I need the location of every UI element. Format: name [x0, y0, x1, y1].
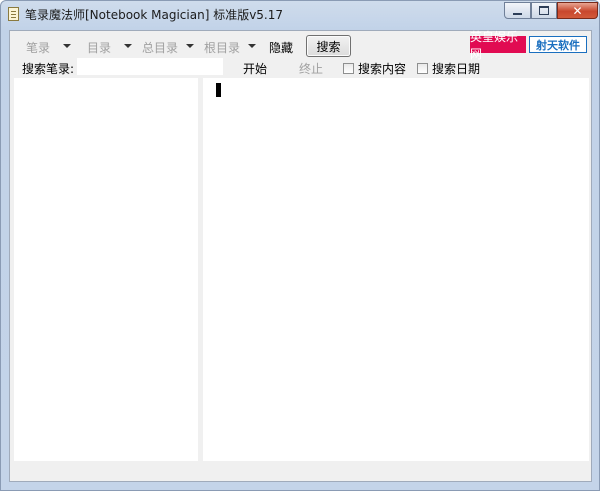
search-notes-input[interactable] [77, 58, 223, 75]
root-catalog-menu-button[interactable]: 根目录 [204, 39, 240, 56]
catalog-dropdown-icon[interactable] [124, 44, 132, 48]
maximize-button[interactable] [531, 2, 557, 19]
search-button-label: 搜索 [316, 39, 341, 54]
ad-banner-yinghuang[interactable]: 英皇娱乐网 [470, 30, 526, 61]
search-content-checkbox-label: 搜索内容 [358, 62, 407, 76]
ad-banner-yinghuang-text: 英皇娱乐网 [470, 29, 519, 61]
window-title: 笔录魔法师[Notebook Magician] 标准版v5.17 [25, 8, 284, 22]
search-button[interactable]: 搜索 [306, 35, 351, 57]
root-catalog-dropdown-icon[interactable] [248, 44, 256, 48]
title-bar[interactable]: 笔录魔法师[Notebook Magician] 标准版v5.17 ✕ [1, 1, 599, 27]
ad-banner-shetian-text: 射天软件 [536, 38, 580, 52]
close-icon: ✕ [572, 3, 583, 18]
note-editor-pane[interactable] [203, 78, 589, 461]
stop-button[interactable]: 终止 [299, 60, 323, 77]
app-window: 笔录魔法师[Notebook Magician] 标准版v5.17 ✕ 笔录 目… [0, 0, 600, 491]
notes-tree-pane[interactable] [14, 78, 198, 461]
master-catalog-dropdown-icon[interactable] [186, 44, 194, 48]
client-area: 笔录 目录 总目录 根目录 隐藏 搜索 英皇娱乐网 射天软件 搜索笔录: 开始 … [9, 30, 592, 482]
notes-menu-button[interactable]: 笔录 [26, 39, 50, 56]
search-content-checkbox[interactable]: 搜索内容 [343, 60, 406, 77]
search-date-checkbox-label: 搜索日期 [432, 62, 481, 76]
notes-dropdown-icon[interactable] [63, 44, 71, 48]
status-bar [14, 464, 589, 479]
search-date-checkbox[interactable]: 搜索日期 [417, 60, 480, 77]
notebook-icon [8, 7, 19, 21]
maximize-icon [539, 6, 549, 15]
text-cursor [216, 83, 221, 97]
catalog-menu-button[interactable]: 目录 [87, 39, 111, 56]
close-button[interactable]: ✕ [557, 2, 598, 19]
search-content-checkbox-box[interactable] [343, 63, 354, 74]
search-date-checkbox-box[interactable] [417, 63, 428, 74]
search-notes-label: 搜索笔录: [22, 62, 75, 76]
minimize-button[interactable] [504, 2, 531, 19]
minimize-icon [513, 12, 522, 15]
ad-banner-shetian[interactable]: 射天软件 [529, 36, 587, 53]
start-button[interactable]: 开始 [243, 60, 267, 77]
master-catalog-menu-button[interactable]: 总目录 [142, 39, 178, 56]
hide-button[interactable]: 隐藏 [269, 39, 293, 56]
